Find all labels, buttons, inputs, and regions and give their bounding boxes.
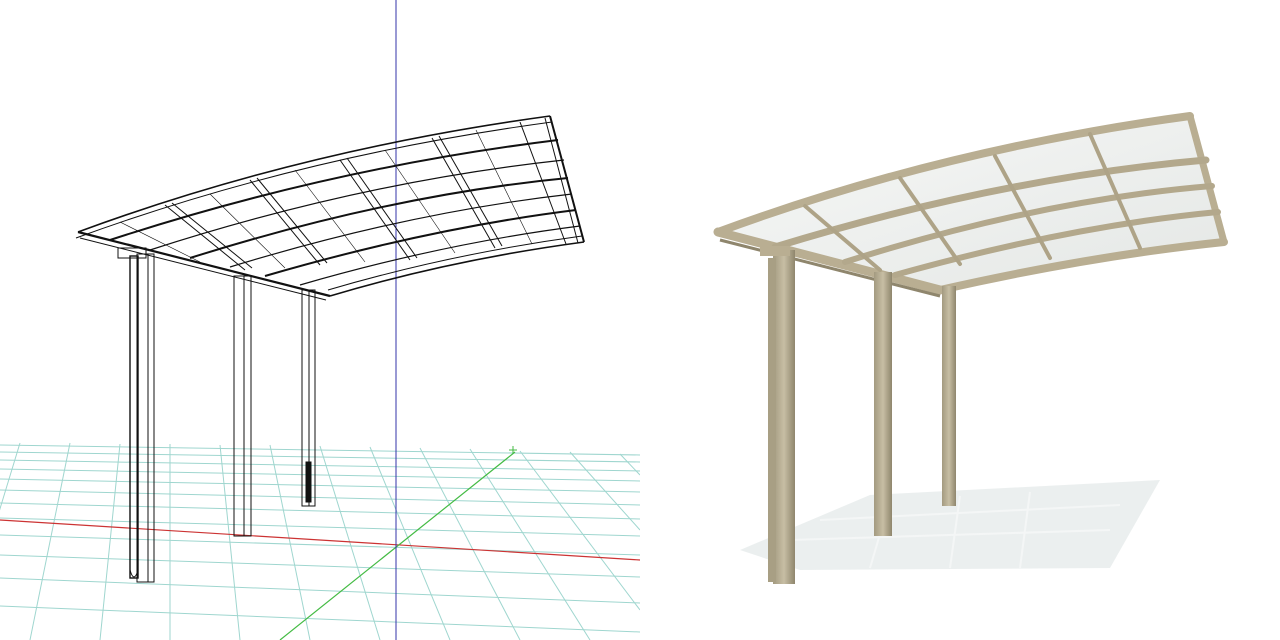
wireframe-viewport[interactable] bbox=[0, 0, 640, 640]
posts-wireframe bbox=[117, 247, 316, 583]
viewport-pair bbox=[0, 0, 1280, 640]
x-axis-line bbox=[0, 519, 640, 561]
roof-wireframe bbox=[75, 115, 585, 301]
ground-grid bbox=[0, 442, 640, 640]
shaded-viewport[interactable] bbox=[640, 0, 1280, 640]
wireframe-canvas[interactable] bbox=[0, 0, 640, 640]
shaded-canvas[interactable] bbox=[640, 0, 1280, 640]
